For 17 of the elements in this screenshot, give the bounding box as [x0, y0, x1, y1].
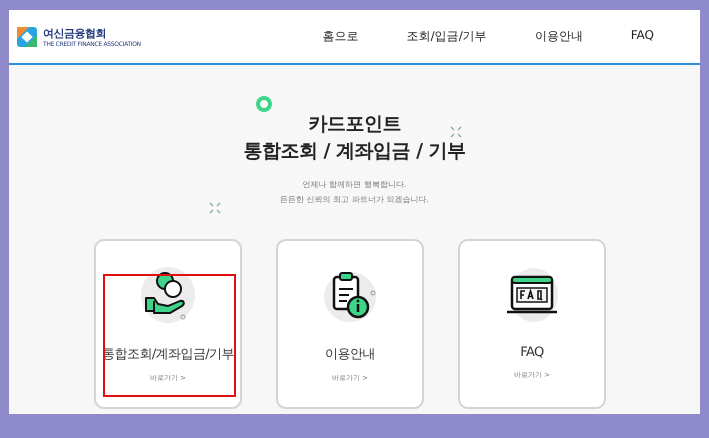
nav-link[interactable]: FAQ	[630, 28, 654, 45]
nav-link[interactable]: 홈으로	[322, 28, 359, 45]
sparkle-icon	[449, 125, 463, 139]
hero-title-line: 통합조회 / 계좌입금 / 기부	[243, 139, 466, 164]
hero-title-line: 카드포인트	[308, 112, 401, 137]
hero-subtitle-line: 든든한 신뢰의 최고 파트너가 되겠습니다.	[280, 194, 429, 206]
card-title: 이용안내	[325, 346, 375, 363]
card-title: FAQ	[520, 345, 544, 360]
sparkle-icon	[208, 201, 222, 215]
nav-link[interactable]: 이용안내	[534, 28, 583, 45]
logo-icon	[17, 26, 37, 46]
nav-link[interactable]: 조회/입금/기부	[406, 28, 487, 45]
logo-text: 여신금융협회	[43, 26, 107, 40]
coin-in-hand-icon	[138, 265, 198, 325]
ring-icon	[256, 96, 272, 112]
hero-subtitle-line: 언제나 함께하면 행복합니다.	[302, 179, 408, 191]
card-title: 통합조회/계좌입금/기부	[102, 346, 234, 363]
